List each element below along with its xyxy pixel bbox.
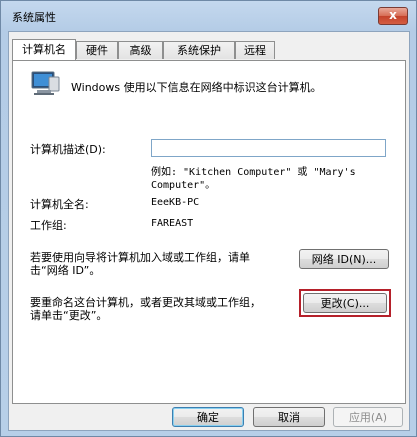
rename-text-line2: 请单击“更改”。 xyxy=(30,309,108,322)
ok-button[interactable]: 确定 xyxy=(172,407,244,427)
network-id-text-line2: 击“网络 ID”。 xyxy=(30,264,101,277)
close-button[interactable]: x xyxy=(378,7,408,25)
full-name-label: 计算机全名: xyxy=(30,198,89,211)
network-id-button-label: 网络 ID(N)... xyxy=(311,253,377,266)
tab-remote[interactable]: 远程 xyxy=(235,41,275,59)
description-example-line2: Computer"。 xyxy=(151,180,216,191)
close-icon: x xyxy=(389,8,397,22)
tab-label: 硬件 xyxy=(86,44,108,57)
network-id-button[interactable]: 网络 ID(N)... xyxy=(299,249,389,269)
window-title: 系统属性 xyxy=(12,11,56,24)
tab-hardware[interactable]: 硬件 xyxy=(76,41,118,59)
tab-system-protection[interactable]: 系统保护 xyxy=(163,41,235,59)
cancel-button[interactable]: 取消 xyxy=(253,407,325,427)
tab-computer-name[interactable]: 计算机名 xyxy=(12,39,76,60)
tab-label: 高级 xyxy=(129,44,152,57)
workgroup-value: FAREAST xyxy=(151,218,194,229)
dialog-client: 计算机名 硬件 高级 系统保护 远程 Windows 使用以下信息在网络中标识这… xyxy=(8,31,410,431)
ok-button-label: 确定 xyxy=(197,411,219,424)
computer-name-panel: Windows 使用以下信息在网络中标识这台计算机。 计算机描述(D): 例如:… xyxy=(12,60,406,404)
title-bar[interactable]: 系统属性 x xyxy=(1,1,416,31)
full-name-value: EeeKB-PC xyxy=(151,197,200,208)
tab-label: 系统保护 xyxy=(177,44,221,57)
computer-icon xyxy=(31,71,60,95)
cancel-button-label: 取消 xyxy=(278,411,300,424)
tab-label: 计算机名 xyxy=(22,43,66,56)
apply-button[interactable]: 应用(A) xyxy=(333,407,403,427)
tab-label: 远程 xyxy=(244,44,266,57)
computer-description-input[interactable] xyxy=(151,139,386,157)
intro-text: Windows 使用以下信息在网络中标识这台计算机。 xyxy=(71,81,322,94)
tab-advanced[interactable]: 高级 xyxy=(118,41,163,59)
description-label: 计算机描述(D): xyxy=(30,143,106,156)
apply-button-label: 应用(A) xyxy=(348,411,388,424)
workgroup-label: 工作组: xyxy=(30,219,67,232)
system-properties-window: 系统属性 x 计算机名 硬件 高级 系统保护 远程 Windows 使用以下信息… xyxy=(0,0,417,437)
change-button-highlight xyxy=(299,289,391,317)
